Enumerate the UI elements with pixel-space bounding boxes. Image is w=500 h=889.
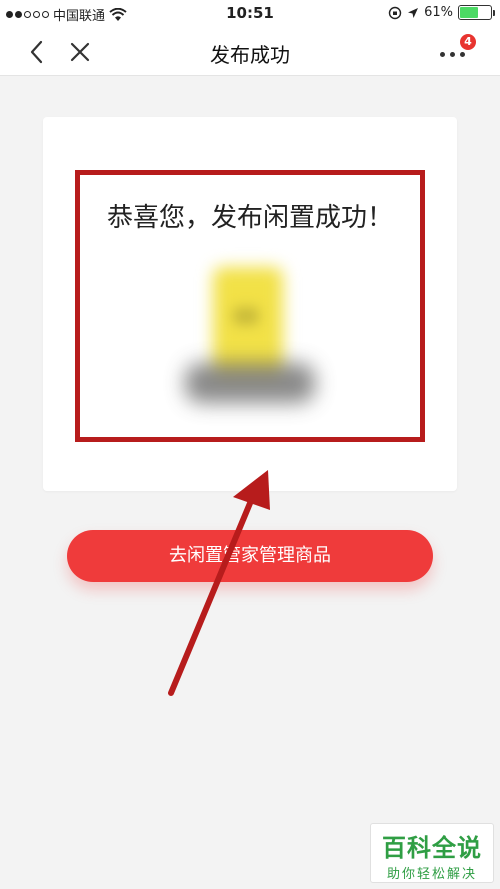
highlight-annotation-box — [75, 170, 425, 442]
battery-icon — [458, 5, 495, 20]
notification-badge: 4 — [460, 34, 476, 50]
watermark-subtitle: 助你轻松解决 — [386, 867, 477, 882]
page-title: 发布成功 — [210, 43, 290, 67]
status-right: 61% — [388, 5, 495, 20]
watermark-title: 百科全说 — [382, 834, 482, 862]
nav-bar: 发布成功 4 — [0, 28, 500, 76]
battery-fill — [460, 7, 479, 18]
more-button[interactable]: 4 — [438, 34, 476, 66]
location-icon — [408, 7, 419, 18]
status-bar: 中国联通 10:51 61% — [0, 0, 500, 28]
more-icon — [440, 52, 465, 57]
battery-percent: 61% — [424, 5, 453, 20]
watermark-logo: 百科全说 助你轻松解决 — [370, 823, 494, 883]
orientation-lock-icon — [388, 6, 402, 19]
manage-items-button[interactable]: 去闲置管家管理商品 — [67, 530, 433, 582]
